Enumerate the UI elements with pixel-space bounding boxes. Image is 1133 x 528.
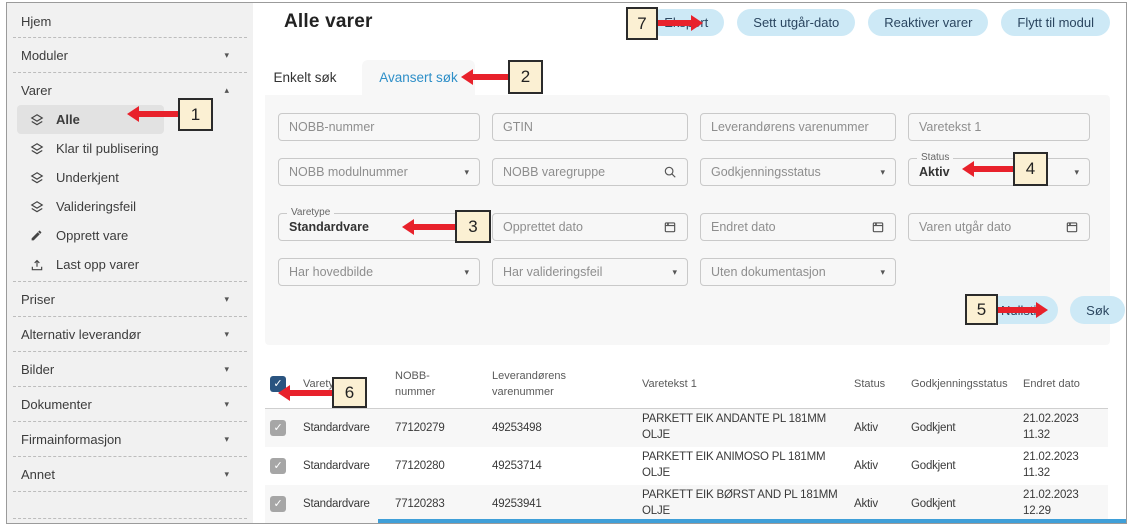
calendar-icon: [1065, 220, 1079, 234]
search-icon: [663, 165, 677, 179]
flytt-til-modul-button[interactable]: Flytt til modul: [1001, 9, 1110, 36]
chevron-down-icon: ▾: [880, 267, 885, 278]
annotation-label: 7: [626, 7, 658, 40]
divider: [13, 37, 247, 38]
chevron-down-icon: ▾: [880, 167, 885, 178]
annotation-label: 2: [508, 60, 543, 94]
leverandorens-varenummer-input[interactable]: Leverandørens varenummer: [700, 113, 896, 141]
varen-utgar-dato-input[interactable]: Varen utgår dato: [908, 213, 1090, 241]
sidebar-item-varer[interactable]: Varer ▴: [7, 75, 253, 105]
divider: [13, 386, 247, 387]
sidebar-item-valideringsfeil[interactable]: Valideringsfeil: [17, 192, 164, 221]
check-icon: ✓: [273, 461, 282, 472]
table-row: ✓ Standardvare 77120279 49253498 PARKETT…: [265, 409, 1108, 447]
arrow-right-icon: [691, 15, 703, 31]
sidebar-item-hjem[interactable]: Hjem: [7, 3, 253, 35]
table-row: ✓ Standardvare 77120280 49253714 PARKETT…: [265, 447, 1108, 485]
opprettet-dato-input[interactable]: Opprettet dato: [492, 213, 688, 241]
divider: [13, 316, 247, 317]
uten-dokumentasjon-select[interactable]: Uten dokumentasjon ▾: [700, 258, 896, 286]
action-buttons: Eksport Sett utgår-dato Reaktiver varer …: [648, 9, 1110, 36]
field-label: Varetype: [287, 207, 334, 218]
divider: [13, 491, 247, 492]
row-checkbox[interactable]: ✓: [270, 458, 286, 474]
layers-icon: [29, 199, 44, 214]
page-title: Alle varer: [284, 11, 373, 33]
har-hovedbilde-select[interactable]: Har hovedbilde ▾: [278, 258, 480, 286]
chevron-up-icon: ▴: [224, 85, 229, 96]
calendar-icon: [663, 220, 677, 234]
divider: [13, 421, 247, 422]
sidebar-item-firmainformasjon[interactable]: Firmainformasjon ▾: [7, 424, 253, 454]
results-table: ✓ Varetype NOBB-nummer Leverandørens var…: [265, 360, 1108, 523]
table-header: ✓ Varetype NOBB-nummer Leverandørens var…: [265, 360, 1108, 409]
divider: [13, 518, 247, 519]
upload-icon: [29, 257, 44, 272]
reaktiver-varer-button[interactable]: Reaktiver varer: [868, 9, 988, 36]
status-select[interactable]: Status Aktiv ▾: [908, 158, 1090, 186]
chevron-down-icon: ▾: [224, 294, 229, 305]
sidebar-item-bilder[interactable]: Bilder ▾: [7, 354, 253, 384]
tab-avansert-sok[interactable]: Avansert søk: [362, 60, 475, 95]
divider: [13, 281, 247, 282]
sidebar-item-opprett-vare[interactable]: Opprett vare: [17, 221, 164, 250]
sidebar-item-alle[interactable]: Alle: [17, 105, 164, 134]
chevron-down-icon: ▾: [464, 167, 469, 178]
nobb-varegruppe-input[interactable]: NOBB varegruppe: [492, 158, 688, 186]
varetekst1-input[interactable]: Varetekst 1: [908, 113, 1090, 141]
check-icon: ✓: [273, 499, 282, 510]
divider: [13, 456, 247, 457]
sidebar-item-dokumenter[interactable]: Dokumenter ▾: [7, 389, 253, 419]
app-window: Hjem Moduler ▾ Varer ▴ Alle Klar til pub…: [6, 2, 1127, 524]
calendar-icon: [871, 220, 885, 234]
layers-icon: [29, 112, 44, 127]
sidebar: Hjem Moduler ▾ Varer ▴ Alle Klar til pub…: [7, 3, 253, 523]
chevron-down-icon: ▾: [224, 329, 229, 340]
chevron-down-icon: ▾: [224, 50, 229, 61]
sett-utgar-dato-button[interactable]: Sett utgår-dato: [737, 9, 855, 36]
row-checkbox[interactable]: ✓: [270, 496, 286, 512]
nobb-modulnummer-select[interactable]: NOBB modulnummer ▾: [278, 158, 480, 186]
nobb-nummer-input[interactable]: NOBB-nummer: [278, 113, 480, 141]
chevron-down-icon: ▾: [672, 267, 677, 278]
layers-icon: [29, 141, 44, 156]
godkjenningsstatus-select[interactable]: Godkjenningsstatus ▾: [700, 158, 896, 186]
pencil-icon: [29, 228, 44, 243]
sidebar-item-klar-til-publisering[interactable]: Klar til publisering: [17, 134, 164, 163]
main-content: Alle varer Eksport Sett utgår-dato Reakt…: [253, 3, 1126, 523]
layers-icon: [29, 170, 44, 185]
annotation-label: 5: [965, 294, 998, 325]
chevron-down-icon: ▾: [224, 399, 229, 410]
chevron-down-icon: ▾: [464, 267, 469, 278]
har-valideringsfeil-select[interactable]: Har valideringsfeil ▾: [492, 258, 688, 286]
sidebar-item-moduler[interactable]: Moduler ▾: [7, 40, 253, 70]
field-label: Status: [917, 152, 953, 163]
sidebar-item-alternativ-leverandor[interactable]: Alternativ leverandør ▾: [7, 319, 253, 349]
chevron-down-icon: ▾: [224, 469, 229, 480]
annotation-label: 6: [332, 377, 367, 408]
row-checkbox[interactable]: ✓: [270, 420, 286, 436]
sidebar-item-annet[interactable]: Annet ▾: [7, 459, 253, 489]
annotation-label: 4: [1013, 152, 1048, 186]
sidebar-item-underkjent[interactable]: Underkjent: [17, 163, 164, 192]
arrow-right-icon: [1036, 302, 1048, 318]
table-row: ✓ Standardvare 77120283 49253941 PARKETT…: [265, 485, 1108, 523]
sok-button[interactable]: Søk: [1070, 296, 1125, 324]
divider: [13, 351, 247, 352]
annotation-label: 1: [178, 98, 213, 131]
annotation-label: 3: [455, 210, 491, 243]
divider: [13, 72, 247, 73]
endret-dato-input[interactable]: Endret dato: [700, 213, 896, 241]
tab-enkelt-sok[interactable]: Enkelt søk: [265, 60, 345, 95]
chevron-down-icon: ▾: [224, 364, 229, 375]
sidebar-item-priser[interactable]: Priser ▾: [7, 284, 253, 314]
sidebar-item-last-opp-varer[interactable]: Last opp varer: [17, 250, 164, 279]
chevron-down-icon: ▾: [224, 434, 229, 445]
chevron-down-icon: ▾: [1074, 167, 1079, 178]
check-icon: ✓: [273, 423, 282, 434]
gtin-input[interactable]: GTIN: [492, 113, 688, 141]
horizontal-scrollbar[interactable]: [378, 519, 1126, 523]
